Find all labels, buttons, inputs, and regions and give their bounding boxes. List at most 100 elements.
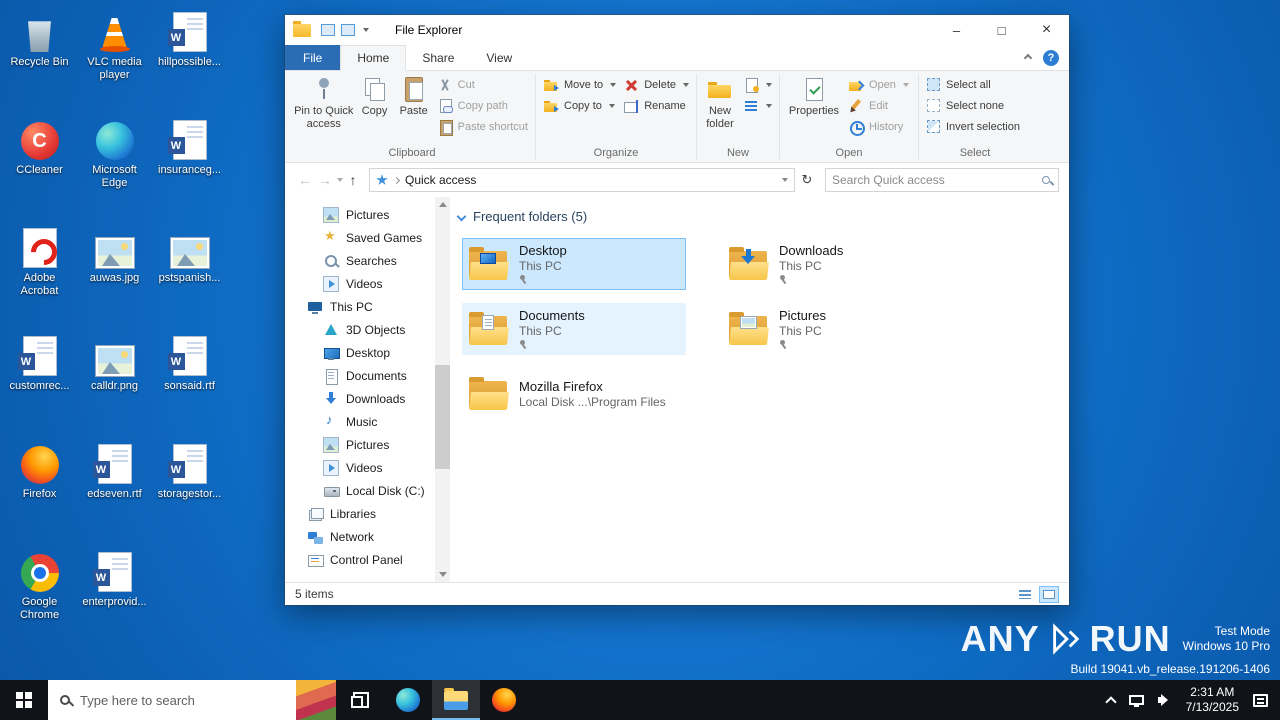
maximize-button[interactable]: □ [979,15,1024,45]
desktop-icon-calldr-png[interactable]: calldr.png [77,330,152,438]
scroll-down-icon[interactable] [435,567,450,582]
search-input[interactable] [832,173,1036,187]
taskbar-firefox-button[interactable] [480,680,528,720]
address-dropdown-icon[interactable] [782,178,788,182]
help-button[interactable]: ? [1043,50,1059,66]
pin-to-quick-access-button[interactable]: Pin to Quick access [294,74,354,131]
desktop-icon-insuranceg[interactable]: insuranceg... [152,114,227,222]
desktop-icon-sonsaid-rtf[interactable]: sonsaid.rtf [152,330,227,438]
copy-path-button[interactable]: Copy path [435,95,530,116]
back-button[interactable]: ← [295,172,315,188]
taskbar-search-box[interactable] [48,680,336,720]
action-center-icon[interactable] [1253,694,1268,707]
sidebar-item-desktop[interactable]: Desktop [285,341,435,364]
qat-button-2[interactable] [341,24,355,36]
hidden-icons-chevron-icon[interactable] [1105,696,1116,707]
nav-scrollbar[interactable] [435,197,450,582]
taskbar-edge-button[interactable] [384,680,432,720]
folder-tile-downloads[interactable]: Downloads This PC [722,238,946,290]
explorer-search-box[interactable] [825,168,1059,192]
invert-selection-button[interactable]: Invert selection [924,116,1022,137]
folder-tile-mozilla-firefox[interactable]: Mozilla Firefox Local Disk ...\Program F… [462,368,686,420]
qat-dropdown-icon[interactable] [363,28,369,32]
select-all-button[interactable]: Select all [924,74,1022,95]
speaker-icon[interactable] [1158,694,1172,706]
paste-shortcut-button[interactable]: Paste shortcut [435,116,530,137]
sidebar-item-control-panel[interactable]: Control Panel [285,548,435,571]
desktop-icon-pstspanish[interactable]: pstspanish... [152,222,227,330]
sidebar-item-saved-games[interactable]: Saved Games [285,226,435,249]
up-button[interactable]: ↑ [343,172,363,188]
sidebar-item-pictures[interactable]: Pictures [285,203,435,226]
history-button[interactable]: History [846,116,911,137]
desktop-icon-adobe-acrobat[interactable]: Adobe Acrobat [2,222,77,330]
tab-share[interactable]: Share [406,45,470,70]
folder-tile-pictures[interactable]: Pictures This PC [722,303,946,355]
sidebar-item-local-disk-c[interactable]: Local Disk (C:) [285,479,435,502]
easy-access-button[interactable] [741,95,774,116]
sidebar-item-pictures-pc[interactable]: Pictures [285,433,435,456]
desktop-icon-hillpossible[interactable]: hillpossible... [152,6,227,114]
edit-button[interactable]: Edit [846,95,911,116]
forward-button[interactable]: → [315,172,335,188]
taskbar-file-explorer-button[interactable] [432,680,480,720]
qat-button-1[interactable] [321,24,335,36]
sidebar-item-3d-objects[interactable]: 3D Objects [285,318,435,341]
tab-view[interactable]: View [470,45,528,70]
desktop-icon-storagestor[interactable]: storagestor... [152,438,227,546]
open-button[interactable]: Open [846,74,911,95]
start-button[interactable] [0,680,48,720]
details-view-button[interactable] [1015,586,1035,603]
folder-tile-documents[interactable]: Documents This PC [462,303,686,355]
desktop-icon-edge[interactable]: Microsoft Edge [77,114,152,222]
desktop-icon-ccleaner[interactable]: CCleaner [2,114,77,222]
search-highlight-image[interactable] [296,680,336,720]
sidebar-item-this-pc[interactable]: This PC [285,295,435,318]
task-view-button[interactable] [336,680,384,720]
copy-to-button[interactable]: Copy to [541,95,618,116]
tab-file[interactable]: File [285,45,340,70]
sidebar-item-downloads[interactable]: Downloads [285,387,435,410]
refresh-button[interactable]: ↻ [795,172,819,188]
sidebar-item-network[interactable]: Network [285,525,435,548]
paste-button[interactable]: Paste [396,74,432,118]
desktop-icon-vlc[interactable]: VLC media player [77,6,152,114]
titlebar[interactable]: File Explorer – □ × [285,15,1069,45]
collapse-ribbon-icon[interactable] [1024,53,1032,61]
sidebar-item-libraries[interactable]: Libraries [285,502,435,525]
move-to-button[interactable]: Move to [541,74,618,95]
taskbar-clock[interactable]: 2:31 AM 7/13/2025 [1186,685,1239,715]
desktop-icon-auwas-jpg[interactable]: auwas.jpg [77,222,152,330]
sidebar-item-music[interactable]: Music [285,410,435,433]
sidebar-item-documents[interactable]: Documents [285,364,435,387]
desktop-icon-firefox[interactable]: Firefox [2,438,77,546]
large-icons-view-button[interactable] [1039,586,1059,603]
scroll-up-icon[interactable] [435,197,450,212]
new-folder-button[interactable]: New folder [702,74,738,131]
frequent-folders-header[interactable]: Frequent folders (5) [458,209,1065,224]
desktop-icon-customrec[interactable]: customrec... [2,330,77,438]
sidebar-item-videos[interactable]: Videos [285,272,435,295]
select-none-button[interactable]: Select none [924,95,1022,116]
address-box[interactable]: Quick access [369,168,795,192]
scrollbar-thumb[interactable] [435,365,450,469]
copy-button[interactable]: Copy [357,74,393,118]
breadcrumb-location[interactable]: Quick access [405,173,476,187]
folder-tile-desktop[interactable]: Desktop This PC [462,238,686,290]
collapse-section-icon[interactable] [457,212,467,222]
desktop-icon-recycle-bin[interactable]: Recycle Bin [2,6,77,114]
properties-button[interactable]: Properties [785,74,843,118]
network-icon[interactable] [1129,695,1144,705]
desktop-icon-edseven-rtf[interactable]: edseven.rtf [77,438,152,546]
tab-home[interactable]: Home [340,45,406,71]
cut-button[interactable]: Cut [435,74,530,95]
close-button[interactable]: × [1024,15,1069,45]
delete-button[interactable]: Delete [621,74,691,95]
desktop-icon-enterprovid[interactable]: enterprovid... [77,546,152,654]
rename-button[interactable]: Rename [621,95,691,116]
sidebar-item-videos-pc[interactable]: Videos [285,456,435,479]
minimize-button[interactable]: – [934,15,979,45]
sidebar-item-searches[interactable]: Searches [285,249,435,272]
taskbar-search-input[interactable] [80,693,286,708]
desktop-icon-google-chrome[interactable]: Google Chrome [2,546,77,654]
